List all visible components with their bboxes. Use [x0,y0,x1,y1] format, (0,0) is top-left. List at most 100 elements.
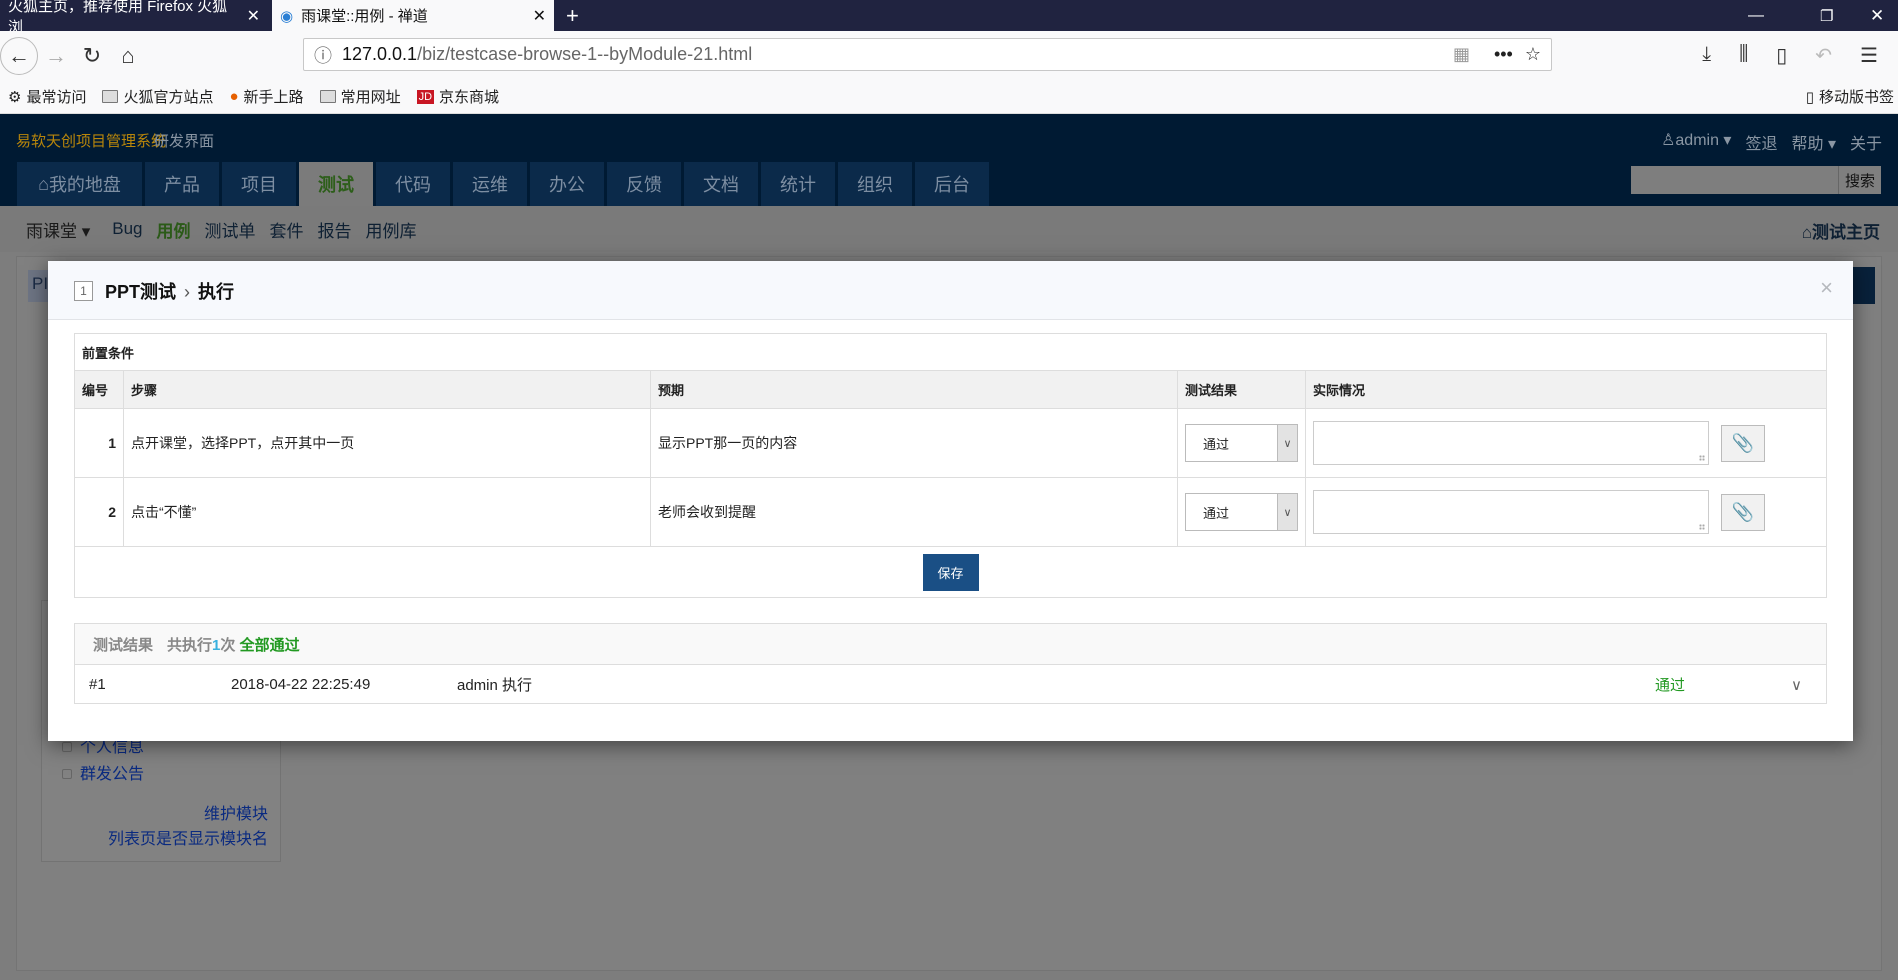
main-tab[interactable]: 办公 [530,162,604,206]
search-box[interactable]: 搜索 [1631,166,1881,194]
main-tab[interactable]: 项目 [222,162,296,206]
sidebar-icon[interactable]: ▯ [1776,43,1787,68]
new-tab-button[interactable]: + [558,0,587,31]
main-tab-label: 产品 [164,175,200,195]
phone-icon: ▯ [1805,88,1814,106]
product-switcher[interactable]: 雨课堂 ▾ [26,217,90,242]
folder-icon [102,90,119,103]
bookmark[interactable]: ⚙ 最常访问 [8,86,86,107]
show-module-name-link[interactable]: 列表页是否显示模块名 [108,825,268,849]
paperclip-icon[interactable]: 📎 [1721,493,1765,531]
subnav-bug[interactable]: Bug [112,219,142,239]
help-label: 帮助 [1791,136,1824,153]
expect-text: 显示PPT那一页的内容 [650,408,1178,478]
main-tab[interactable]: ⌂ 我的地盘 [17,162,142,206]
product-name: 雨课堂 [26,221,77,241]
main-tab[interactable]: 代码 [376,162,450,206]
main-tab[interactable]: 反馈 [607,162,681,206]
bookmark[interactable]: 火狐官方站点 [102,86,213,107]
main-tab-label: 组织 [857,175,893,195]
main-tab[interactable]: 测试 [299,162,373,206]
qr-icon[interactable]: ▦ [1453,44,1470,65]
result-select[interactable]: 通过 ∨ [1185,424,1298,462]
help-menu[interactable]: 帮助 ▾ [1791,130,1836,154]
main-tab-label: 统计 [780,175,816,195]
subnav-suite[interactable]: 套件 [270,217,304,242]
about-link[interactable]: 关于 [1850,130,1882,154]
user-bar: ♙admin ▾ 签退 帮助 ▾ 关于 [1661,130,1882,154]
expect-text: 老师会收到提醒 [650,477,1178,547]
count-prefix: 共执行 [167,636,213,654]
close-window-button[interactable]: ✕ [1862,0,1892,31]
chevron-down-icon[interactable]: ∨ [1791,676,1802,694]
main-tab-label: 项目 [241,175,277,195]
user-name: admin [1675,132,1719,149]
main-tab[interactable]: 统计 [761,162,835,206]
run-date: 2018-04-22 22:25:49 [231,676,371,693]
mobile-bookmarks[interactable]: ▯ 移动版书签 [1806,86,1894,107]
run-by: admin 执行 [457,677,533,694]
home-icon: ⌂ [38,173,49,194]
module-item[interactable]: 群发公告 [62,760,144,784]
close-icon[interactable]: ✕ [247,6,260,26]
main-tab[interactable]: 运维 [453,162,527,206]
globe-icon: ◉ [280,7,294,25]
test-home-label: 测试主页 [1812,223,1880,242]
subnav-caselib[interactable]: 用例库 [366,217,417,242]
home-icon: ⌂ [1801,223,1812,242]
home-icon[interactable]: ⌂ [110,38,146,74]
subnav-case[interactable]: 用例 [157,217,191,242]
case-id-badge: 1 [74,281,93,301]
star-icon[interactable]: ☆ [1525,44,1541,65]
download-icon[interactable]: ⤓ [1702,43,1711,68]
library-icon[interactable]: ⫼ [1739,43,1748,68]
subnav-report[interactable]: 报告 [318,217,352,242]
manage-modules-link[interactable]: 维护模块 [204,800,268,824]
menu-icon[interactable]: ☰ [1860,43,1878,68]
main-tab[interactable]: 后台 [915,162,989,206]
chevron-right-icon: › [184,282,191,302]
select-value: 通过 [1203,505,1230,521]
gear-icon: ⚙ [8,88,22,106]
close-icon[interactable]: × [1820,275,1833,301]
restore-button[interactable]: ❐ [1812,0,1841,31]
main-tab[interactable]: 产品 [145,162,219,206]
user-menu[interactable]: ♙admin ▾ [1661,130,1731,154]
main-tab-label: 测试 [318,175,354,195]
step-text: 点开课堂，选择PPT，点开其中一页 [123,408,651,478]
back-icon[interactable]: ← [0,36,38,75]
url-path: /biz/testcase-browse-1--byModule-21.html [417,44,753,64]
test-home-link[interactable]: ⌂测试主页 [1802,218,1880,243]
actual-textarea[interactable] [1313,421,1709,465]
save-button[interactable]: 保存 [922,553,979,591]
run-id: #1 [89,676,106,693]
main-tab[interactable]: 文档 [684,162,758,206]
precondition-label: 前置条件 [74,333,1827,371]
nav-bar: ← → ↻ ⌂ ⓘ 127.0.0.1/biz/testcase-browse-1… [0,31,1898,80]
col-step: 步骤 [123,370,651,409]
search-button[interactable]: 搜索 [1837,166,1881,194]
reload-icon[interactable]: ↻ [74,38,110,74]
step-text: 点击“不懂” [123,477,651,547]
step-row: 2 点击“不懂” 老师会收到提醒 通过 ∨ 📎 [74,477,1827,547]
bookmark[interactable]: ● 新手上路 [229,86,303,107]
bookmark[interactable]: 常用网址 [319,86,401,107]
logout-link[interactable]: 签退 [1745,130,1777,154]
actual-textarea[interactable] [1313,490,1709,534]
result-select[interactable]: 通过 ∨ [1185,493,1298,531]
paperclip-icon[interactable]: 📎 [1721,424,1765,462]
more-icon[interactable]: ••• [1494,44,1513,65]
mode-label: 研发界面 [154,133,215,150]
subnav-testtask[interactable]: 测试单 [205,217,256,242]
minimize-button[interactable]: — [1740,0,1772,31]
undo-icon[interactable]: ↶ [1815,43,1832,68]
url-bar[interactable]: ⓘ 127.0.0.1/biz/testcase-browse-1--byModu… [303,38,1552,71]
result-row[interactable]: #1 2018-04-22 22:25:49 admin 执行 通过 ∨ [75,665,1826,704]
bookmark[interactable]: JD 京东商城 [416,86,499,107]
forward-icon[interactable]: → [38,38,74,74]
browser-tab-active[interactable]: ◉ 雨课堂::用例 - 禅道 ✕ [272,0,554,31]
close-icon[interactable]: ✕ [533,6,546,26]
main-tab[interactable]: 组织 [838,162,912,206]
browser-tab[interactable]: 火狐主页，推荐使用 Firefox 火狐浏 ✕ [0,0,268,36]
sub-nav: 雨课堂 ▾ Bug 用例 测试单 套件 报告 用例库 [0,206,1898,252]
